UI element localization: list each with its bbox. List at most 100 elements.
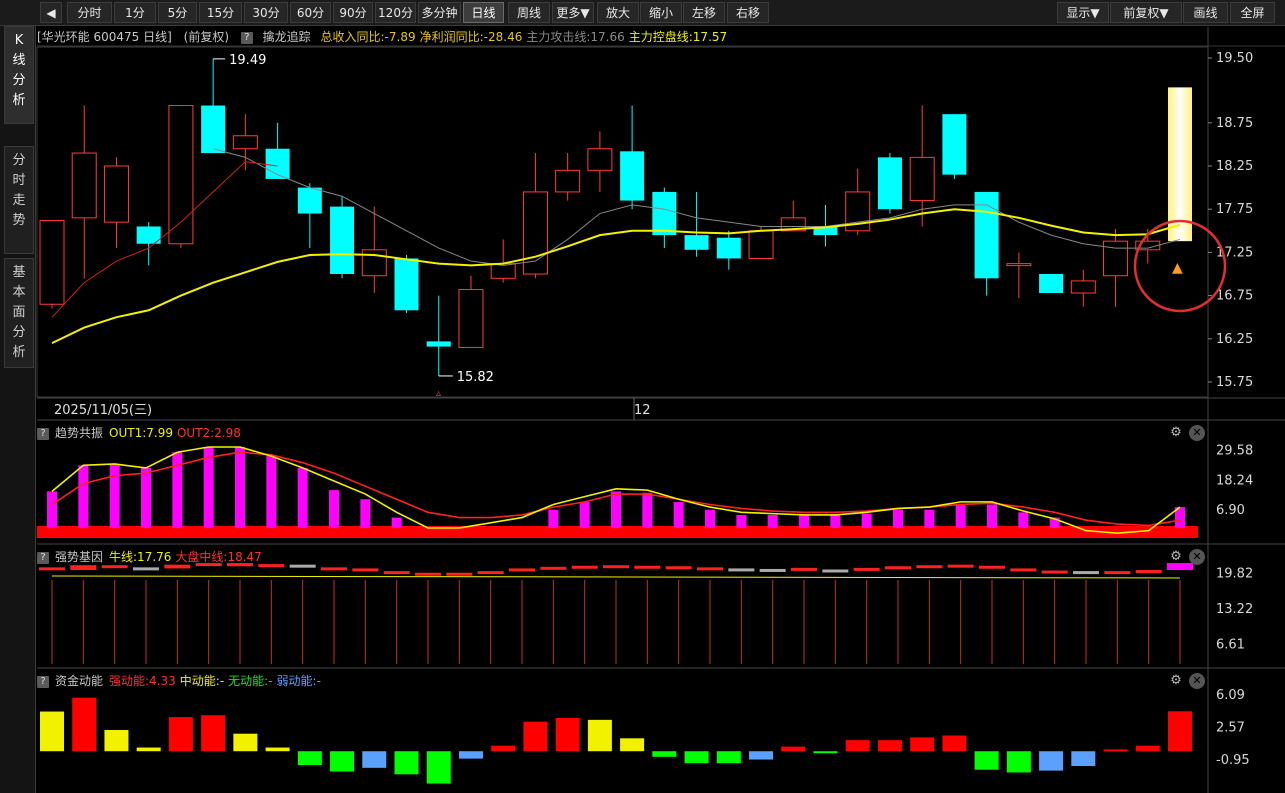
sub2-bar-23 <box>759 568 786 572</box>
candle-body <box>522 191 548 275</box>
candle-body <box>1168 87 1192 242</box>
period-3[interactable]: 15分 <box>199 2 242 23</box>
help-icon[interactable]: ? <box>240 31 253 44</box>
sub1-name: 趋势共振 <box>55 426 104 440</box>
period-2[interactable]: 5分 <box>158 2 197 23</box>
period-0[interactable]: 分时 <box>67 2 112 23</box>
sub1-bar-28 <box>924 509 935 528</box>
toolbar: ◀ 分时 1分 5分 15分 30分 60分 90分 120分 多分钟 日线 周线 更多▼ 放大 缩小 左移… <box>0 0 1285 26</box>
close-icon[interactable]: ✕ <box>1189 549 1205 565</box>
main_panel-item-3: 主力控盘线:17.57 <box>628 30 728 44</box>
sidebar: K线分析 分时走势 基本面分析 <box>0 26 36 793</box>
period-4[interactable]: 30分 <box>244 2 288 23</box>
candle-body <box>361 249 387 277</box>
period-10[interactable]: 周线 <box>508 2 550 23</box>
sub1-bar-20 <box>673 501 684 528</box>
candle-body <box>716 237 741 259</box>
candle-34 <box>1135 229 1161 264</box>
period-8[interactable]: 多分钟 <box>418 2 461 23</box>
sub2-bar-12 <box>415 572 441 576</box>
candle-25 <box>845 168 871 236</box>
toolbar-right-0[interactable]: 显示▼ <box>1057 2 1109 23</box>
sub1-y-label: 18.24 <box>1216 473 1253 488</box>
sub2-bar-26 <box>853 567 880 571</box>
rocket-icon: ▲ <box>1172 260 1183 276</box>
candle-body <box>1070 280 1096 294</box>
sub2-bar-27 <box>885 566 911 570</box>
candle-body <box>748 230 774 259</box>
sub1-bar-22 <box>736 514 747 528</box>
sub3-bar-8 <box>297 751 322 766</box>
sub2-bar-33 <box>1073 571 1099 575</box>
sub2-bar-10 <box>352 568 379 572</box>
y-tick-label: 17.25 <box>1216 245 1253 260</box>
toolbar-right-2[interactable]: 画线 <box>1183 2 1228 23</box>
gear-icon[interactable]: ⚙ <box>1168 425 1184 441</box>
candle-6 <box>232 114 258 171</box>
help-icon[interactable]: ? <box>37 427 49 440</box>
period-9[interactable]: 日线 <box>463 2 504 23</box>
gear-icon[interactable]: ⚙ <box>1168 673 1184 689</box>
period-11[interactable]: 更多▼ <box>552 2 594 23</box>
sidebar-tab-fundamental[interactable]: 基本面分析 <box>4 258 34 368</box>
sub3-bar-6 <box>233 733 258 752</box>
sub2-bar-22 <box>728 568 755 572</box>
candle-body <box>39 219 65 305</box>
toolbar-right-3[interactable]: 全屏 <box>1230 2 1275 23</box>
main-panel-header: [华光环能 600475 日线] (前复权) ? 擒龙追踪 总收入同比:-7.8… <box>37 28 731 46</box>
sub3-bar-9 <box>330 751 355 772</box>
period-1[interactable]: 1分 <box>114 2 156 23</box>
y-tick-label: 15.75 <box>1216 375 1253 390</box>
sub1-bar-3 <box>141 467 151 528</box>
candle-21 <box>716 230 741 270</box>
candle-22 <box>748 226 774 259</box>
sub2-bar-19 <box>634 565 661 569</box>
sub1-bar-26 <box>861 513 872 528</box>
sub3-y-label: 2.57 <box>1216 721 1245 736</box>
y-tick-label: 16.25 <box>1216 332 1253 347</box>
gear-icon[interactable]: ⚙ <box>1168 549 1184 565</box>
sub2-bar-34 <box>1104 571 1131 575</box>
candle-11 <box>394 254 419 313</box>
sub1-item-1: OUT2:2.98 <box>176 426 241 440</box>
close-icon[interactable]: ✕ <box>1189 673 1205 689</box>
action-3[interactable]: 右移 <box>727 2 769 23</box>
play-left-icon[interactable]: ◀ <box>40 2 62 23</box>
sub3-bar-14 <box>491 745 516 752</box>
candle-body <box>620 151 645 201</box>
candle-33 <box>1103 229 1129 307</box>
candle-3 <box>136 222 161 266</box>
sidebar-tab-kline[interactable]: K线分析 <box>4 26 34 124</box>
period-5[interactable]: 60分 <box>290 2 331 23</box>
y-tick-label: 19.50 <box>1216 51 1253 66</box>
sub3-bar-28 <box>942 735 967 752</box>
sub1-bar-1 <box>78 465 89 528</box>
highlight-circle <box>1133 219 1227 313</box>
help-icon[interactable]: ? <box>37 551 49 564</box>
candle-9 <box>330 196 355 279</box>
candle-24 <box>813 204 838 247</box>
action-1[interactable]: 缩小 <box>640 2 682 23</box>
sub1-header: ? 趋势共振 OUT1:7.99 OUT2:2.98 <box>37 424 245 442</box>
candle-body <box>684 235 709 250</box>
candle-body <box>426 341 451 347</box>
action-2[interactable]: 左移 <box>683 2 725 23</box>
help-icon[interactable]: ? <box>37 675 49 688</box>
sub2-bar-13 <box>446 572 473 576</box>
candle-body <box>877 157 902 210</box>
toolbar-right-1[interactable]: 前复权▼ <box>1110 2 1182 23</box>
sub2-bar-17 <box>571 565 598 569</box>
action-0[interactable]: 放大 <box>597 2 639 23</box>
sub3-y-label: 6.09 <box>1216 688 1245 703</box>
sub3-bar-17 <box>587 719 612 752</box>
main_panel-item-0: 总收入同比:-7.89 <box>320 30 416 44</box>
period-6[interactable]: 90分 <box>333 2 373 23</box>
sub3-bar-13 <box>458 751 483 759</box>
close-icon[interactable]: ✕ <box>1189 425 1205 441</box>
candle-body <box>1103 240 1129 277</box>
sub3-bar-31 <box>1039 751 1064 771</box>
sidebar-tab-intraday[interactable]: 分时走势 <box>4 146 34 254</box>
candle-16 <box>555 153 581 201</box>
period-7[interactable]: 120分 <box>375 2 416 23</box>
sub2-bar-0 <box>39 567 65 571</box>
